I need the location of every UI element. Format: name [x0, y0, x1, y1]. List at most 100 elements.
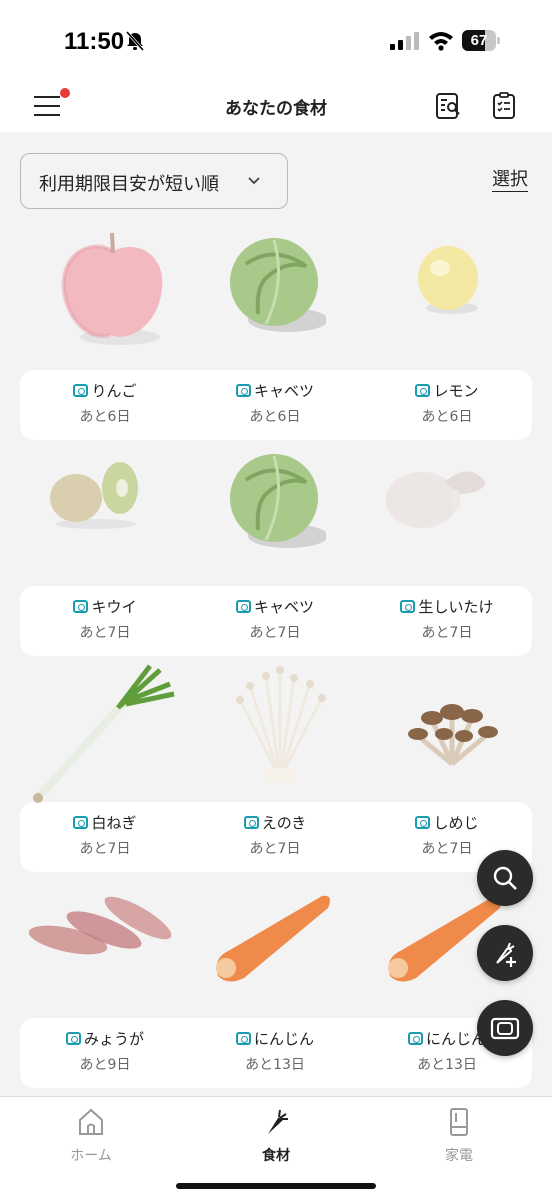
photo-badge-icon	[400, 600, 416, 613]
food-name-text: みょうが	[83, 1030, 144, 1048]
search-icon	[493, 866, 517, 890]
food-item[interactable]: にんじんあと13日	[190, 882, 360, 1088]
food-name-text: しめじ	[433, 814, 479, 832]
tab-label: ホーム	[70, 1148, 112, 1164]
photo-badge-icon	[415, 816, 431, 829]
days-remaining: あと6日	[79, 409, 131, 425]
food-name: りんご	[20, 380, 190, 401]
apple-image	[58, 229, 168, 353]
photo-badge-icon	[235, 600, 251, 613]
bell-muted-icon	[125, 31, 145, 51]
camera-fab[interactable]	[477, 1000, 533, 1056]
photo-badge-icon	[73, 816, 89, 829]
food-item[interactable]: キウイあと7日	[20, 450, 190, 656]
days-remaining: あと7日	[421, 625, 473, 641]
home-icon	[79, 1108, 103, 1135]
food-name-text: レモン	[433, 382, 479, 400]
battery-icon: 67	[462, 30, 500, 51]
food-name: みょうが	[20, 1028, 190, 1049]
food-name: レモン	[362, 380, 532, 401]
food-name-text: キウイ	[91, 598, 137, 616]
days-remaining: あと7日	[79, 625, 131, 641]
days-remaining: あと13日	[417, 1057, 477, 1073]
days-remaining: あと13日	[245, 1057, 305, 1073]
food-item[interactable]: みょうがあと9日	[20, 882, 190, 1088]
tab-appliances[interactable]: 家電	[414, 1103, 504, 1164]
photo-badge-icon	[235, 1032, 251, 1045]
tab-home[interactable]: ホーム	[46, 1103, 136, 1164]
tab-label: 家電	[445, 1148, 473, 1164]
carrot-image	[210, 886, 340, 990]
days-remaining: あと6日	[249, 409, 301, 425]
tab-ingredients[interactable]: 食材	[231, 1103, 321, 1164]
home-indicator	[176, 1183, 376, 1189]
status-time: 11:50	[64, 28, 125, 55]
days-remaining: あと7日	[249, 625, 301, 641]
recipe-search-icon[interactable]	[434, 92, 462, 120]
sort-label: 利用期限目安が短い順	[39, 174, 219, 195]
search-fab[interactable]	[477, 850, 533, 906]
food-item[interactable]: キャベツあと6日	[190, 234, 360, 440]
food-name-text: にんじん	[253, 1030, 314, 1048]
app-header: あなたの食材	[0, 80, 552, 132]
cabbage-image	[226, 234, 328, 338]
food-item[interactable]: 白ねぎあと7日	[20, 664, 190, 872]
kiwi-image	[46, 460, 146, 534]
battery-level: 67	[470, 32, 488, 49]
status-bar: 11:50 67	[0, 0, 552, 80]
food-name: 生しいたけ	[362, 596, 532, 617]
photo-badge-icon	[73, 600, 89, 613]
wifi-icon	[429, 32, 453, 51]
days-remaining: あと7日	[79, 841, 131, 857]
signal-icon	[390, 32, 419, 50]
food-name: キャベツ	[190, 596, 360, 617]
food-name-text: えのき	[261, 814, 307, 832]
cabbage-image	[226, 450, 328, 554]
food-item[interactable]: にんじん あと13日	[362, 882, 532, 1088]
tab-label: 食材	[262, 1148, 290, 1164]
photo-badge-icon	[65, 1032, 81, 1045]
sort-dropdown[interactable]: 利用期限目安が短い順	[20, 153, 288, 209]
food-name-text: りんご	[91, 382, 137, 400]
food-name: にんじん	[190, 1028, 360, 1049]
food-item[interactable]: キャベツあと7日	[190, 450, 360, 656]
lemon-image	[414, 244, 484, 320]
add-ingredient-fab[interactable]	[477, 925, 533, 981]
days-remaining: あと6日	[421, 409, 473, 425]
add-ingredient-icon	[496, 942, 516, 967]
shimeji-image	[402, 692, 502, 776]
photo-badge-icon	[73, 384, 89, 397]
food-name: 白ねぎ	[20, 812, 190, 833]
food-name: キャベツ	[190, 380, 360, 401]
shopping-list-icon[interactable]	[490, 92, 518, 120]
shiitake-image	[382, 460, 492, 534]
page-title: あなたの食材	[225, 99, 327, 119]
food-item[interactable]: レモンあと6日	[362, 234, 532, 440]
carrot-icon	[268, 1109, 288, 1134]
leek-image	[30, 660, 180, 814]
food-name-text: 白ねぎ	[91, 814, 137, 832]
food-name-text: キャベツ	[253, 598, 314, 616]
food-item[interactable]: えのきあと7日	[190, 666, 360, 872]
days-remaining: あと7日	[249, 841, 301, 857]
photo-badge-icon	[407, 1032, 423, 1045]
enoki-image	[230, 656, 330, 790]
food-item[interactable]: りんごあと6日	[20, 232, 190, 440]
photo-badge-icon	[243, 816, 259, 829]
photo-badge-icon	[235, 384, 251, 397]
food-item[interactable]: しめじ あと7日	[362, 666, 532, 872]
days-remaining: あと9日	[79, 1057, 131, 1073]
camera-icon	[490, 1017, 520, 1040]
chevron-down-icon	[248, 177, 260, 185]
food-item[interactable]: 生しいたけあと7日	[362, 450, 532, 656]
food-name-text: 生しいたけ	[418, 598, 494, 616]
fridge-icon	[450, 1108, 468, 1136]
photo-badge-icon	[415, 384, 431, 397]
myoga-image	[28, 896, 178, 970]
select-button[interactable]: 選択	[492, 169, 528, 192]
food-name: しめじ	[362, 812, 532, 833]
food-name: えのき	[190, 812, 360, 833]
notification-dot	[60, 88, 70, 98]
menu-button[interactable]	[34, 88, 70, 120]
food-name-text: キャベツ	[253, 382, 314, 400]
